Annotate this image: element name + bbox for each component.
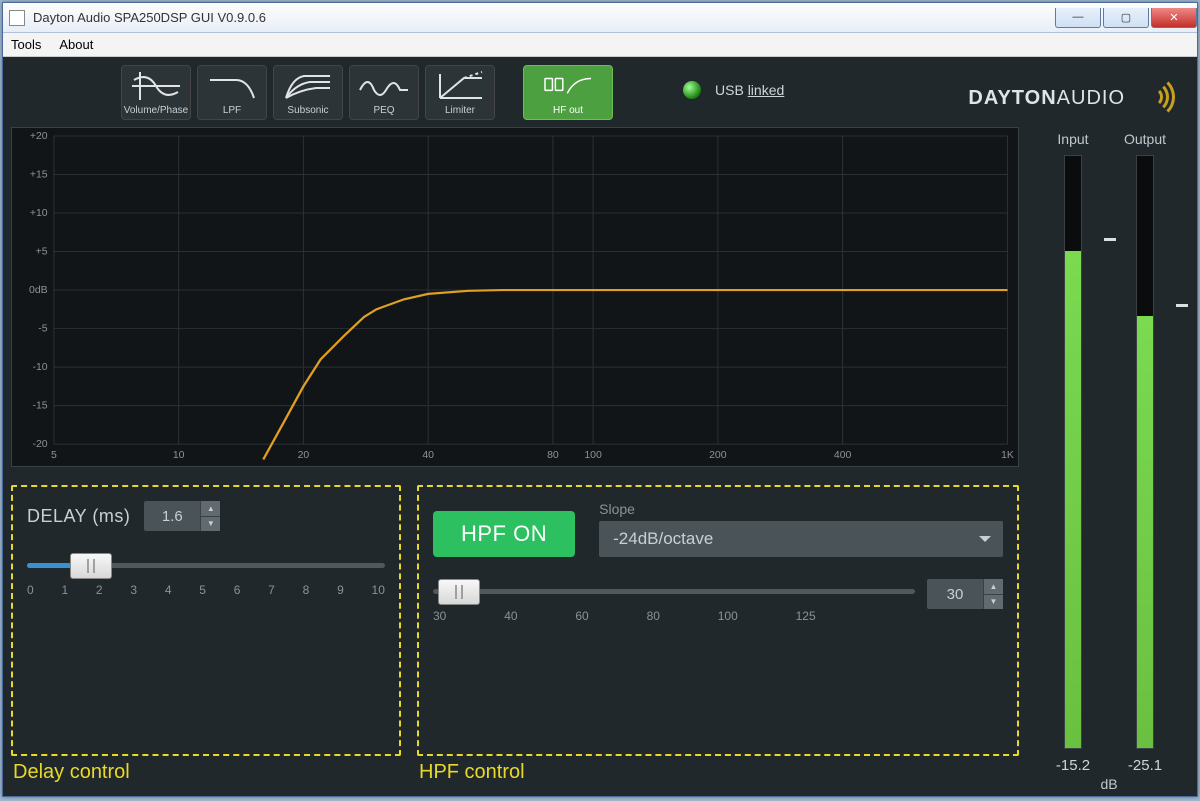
hpf-freq-input[interactable] — [927, 579, 983, 609]
svg-text:1K: 1K — [1001, 450, 1014, 461]
status-led-icon — [683, 81, 701, 99]
hf-out-icon — [542, 70, 594, 102]
svg-text:-15: -15 — [32, 401, 47, 412]
app-window: Dayton Audio SPA250DSP GUI V0.9.0.6 — ▢ … — [2, 2, 1198, 797]
tab-hf-out[interactable]: HF out — [523, 65, 613, 120]
tab-label: Volume/Phase — [124, 105, 189, 116]
svg-text:-20: -20 — [32, 439, 47, 450]
slope-label: Slope — [599, 501, 1003, 517]
close-button[interactable]: ✕ — [1151, 8, 1197, 28]
tab-peq[interactable]: PEQ — [349, 65, 419, 120]
minimize-button[interactable]: — — [1055, 8, 1101, 28]
tab-label: HF out — [553, 105, 583, 116]
meter-unit: dB — [1100, 776, 1117, 792]
hpf-section-title: HPF control — [419, 761, 525, 784]
app-icon — [9, 10, 25, 26]
svg-text:5: 5 — [51, 450, 57, 461]
menu-about[interactable]: About — [59, 37, 93, 52]
tab-label: Limiter — [445, 105, 475, 116]
tab-lpf[interactable]: LPF — [197, 65, 267, 120]
toolbar: Volume/Phase LPF Subsonic PEQ Limiter — [11, 65, 1189, 121]
input-meter-value: -15.2 — [1048, 757, 1098, 774]
output-meter — [1120, 155, 1170, 749]
menubar: Tools About — [3, 33, 1197, 57]
svg-text:+20: +20 — [30, 131, 48, 142]
meter-panel: Input Output -15.2 -25.1 — [1029, 127, 1189, 792]
output-meter-label: Output — [1120, 131, 1170, 147]
slider-thumb[interactable] — [438, 579, 480, 605]
delay-section-title: Delay control — [13, 761, 130, 784]
hpf-freq-slider[interactable]: 30406080100125 — [433, 575, 915, 633]
svg-text:+15: +15 — [30, 170, 48, 181]
svg-text:20: 20 — [298, 450, 310, 461]
svg-text:-10: -10 — [32, 362, 47, 373]
tab-limiter[interactable]: Limiter — [425, 65, 495, 120]
svg-text:80: 80 — [547, 450, 559, 461]
hpf-panel: HPF ON Slope -24dB/octave 30406080100125 — [417, 485, 1019, 756]
delay-panel: DELAY (ms) ▲▼ 012345678910 — [11, 485, 401, 756]
svg-text:200: 200 — [709, 450, 727, 461]
spin-up-icon[interactable]: ▲ — [983, 579, 1003, 595]
lpf-icon — [206, 70, 258, 102]
output-meter-value: -25.1 — [1120, 757, 1170, 774]
hpf-on-button[interactable]: HPF ON — [433, 511, 575, 557]
svg-text:10: 10 — [173, 450, 185, 461]
tab-volume-phase[interactable]: Volume/Phase — [121, 65, 191, 120]
input-meter-label: Input — [1048, 131, 1098, 147]
usb-status: USB linked — [683, 81, 784, 99]
delay-label: DELAY (ms) — [27, 506, 130, 527]
slope-dropdown[interactable]: -24dB/octave — [599, 521, 1003, 557]
usb-status-text: USB linked — [715, 82, 784, 98]
titlebar[interactable]: Dayton Audio SPA250DSP GUI V0.9.0.6 — ▢ … — [3, 3, 1197, 33]
delay-slider[interactable]: 012345678910 — [27, 549, 385, 607]
menu-tools[interactable]: Tools — [11, 37, 41, 52]
spin-down-icon[interactable]: ▼ — [200, 517, 220, 532]
volume-phase-icon — [130, 70, 182, 102]
tab-subsonic[interactable]: Subsonic — [273, 65, 343, 120]
subsonic-icon — [282, 70, 334, 102]
svg-text:+5: +5 — [36, 247, 48, 258]
delay-spinner[interactable]: ▲▼ — [144, 501, 220, 531]
delay-value-input[interactable] — [144, 501, 200, 531]
brand-logo: DAYTONAUDIO — [968, 75, 1177, 121]
svg-text:40: 40 — [422, 450, 434, 461]
svg-text:100: 100 — [584, 450, 602, 461]
input-meter — [1048, 155, 1098, 749]
svg-text:400: 400 — [834, 450, 852, 461]
tab-label: PEQ — [373, 105, 394, 116]
tab-label: LPF — [223, 105, 241, 116]
window-title: Dayton Audio SPA250DSP GUI V0.9.0.6 — [33, 10, 1053, 25]
response-graph: -20 -15 -10 -5 0dB +5 +10 +15 +20 5 10 20 40 80 100 200… — [11, 127, 1019, 467]
spin-up-icon[interactable]: ▲ — [200, 501, 220, 517]
hpf-freq-spinner[interactable]: ▲▼ — [927, 579, 1003, 609]
spin-down-icon[interactable]: ▼ — [983, 595, 1003, 610]
maximize-button[interactable]: ▢ — [1103, 8, 1149, 28]
tab-label: Subsonic — [287, 105, 328, 116]
logo-soundwave-icon — [1131, 75, 1177, 121]
slider-thumb[interactable] — [70, 553, 112, 579]
svg-text:+10: +10 — [30, 208, 48, 219]
svg-text:-5: -5 — [38, 324, 48, 335]
limiter-icon — [434, 70, 486, 102]
svg-text:0dB: 0dB — [29, 285, 48, 296]
peq-icon — [358, 70, 410, 102]
